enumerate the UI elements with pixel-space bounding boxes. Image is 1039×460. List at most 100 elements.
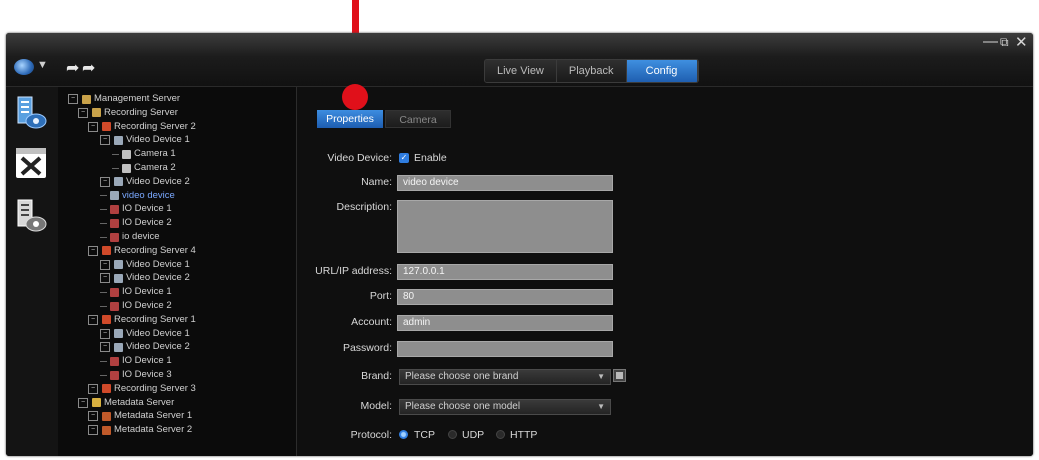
minimize-icon[interactable]: — [983, 33, 998, 50]
tree-item[interactable]: IO Device 1 [100, 286, 172, 298]
tree-branch-line [100, 305, 107, 307]
expand-toggle-icon[interactable]: − [88, 314, 98, 325]
url-input[interactable]: 127.0.0.1 [397, 264, 613, 280]
tree-item-label: IO Device 1 [122, 355, 172, 367]
tree-item[interactable]: − Recording Server 4 [88, 245, 196, 257]
tab-live-view[interactable]: Live View [485, 60, 557, 82]
brand-browse-button[interactable] [613, 369, 626, 382]
tree-item[interactable]: − Metadata Server [78, 397, 174, 409]
tree-item[interactable]: IO Device 3 [100, 369, 172, 381]
tree-item-label: Video Device 1 [126, 134, 190, 146]
expand-toggle-icon[interactable]: − [88, 425, 98, 436]
tree-item[interactable]: video device [100, 190, 175, 202]
tab-properties[interactable]: Properties [317, 110, 383, 128]
video-device-icon [114, 260, 123, 270]
protocol-udp-radio[interactable] [448, 430, 457, 439]
tree-item-label: Video Device 1 [126, 327, 190, 339]
io-device-icon [110, 287, 119, 297]
password-label: Password: [342, 342, 392, 354]
name-input[interactable]: video device [397, 175, 613, 191]
device-monitor-icon[interactable] [14, 95, 48, 131]
close-icon[interactable]: ✕ [1015, 33, 1028, 51]
tree-item[interactable]: − Video Device 2 [100, 341, 190, 353]
expand-toggle-icon[interactable]: − [88, 121, 98, 132]
recording-server-icon [102, 246, 111, 256]
expand-toggle-icon[interactable]: − [100, 328, 110, 339]
name-label: Name: [361, 176, 392, 188]
tab-playback[interactable]: Playback [556, 60, 627, 82]
port-input[interactable]: 80 [397, 289, 613, 305]
tree-item[interactable]: − Recording Server 3 [88, 383, 196, 395]
tree-item[interactable]: IO Device 2 [100, 217, 172, 229]
expand-toggle-icon[interactable]: − [100, 342, 110, 353]
tab-camera[interactable]: Camera [385, 110, 451, 128]
tree-branch-line [100, 374, 107, 376]
tree-item[interactable]: − Video Device 2 [100, 272, 190, 284]
model-label: Model: [360, 400, 392, 412]
description-label: Description: [336, 201, 392, 213]
tree-item[interactable]: − Recording Server 1 [88, 314, 196, 326]
model-select[interactable]: Please choose one model ▼ [399, 399, 611, 415]
expand-toggle-icon[interactable]: − [78, 107, 88, 118]
tree-item[interactable]: − Metadata Server 1 [88, 410, 192, 422]
globe-logo-icon[interactable] [14, 59, 34, 75]
expand-toggle-icon[interactable]: − [68, 94, 78, 104]
video-device-icon [114, 135, 123, 145]
enable-checkbox[interactable]: ✓ [399, 153, 409, 163]
tree-item-label: io device [122, 231, 160, 242]
tree-item[interactable]: − Recording Server [78, 107, 178, 119]
chevron-down-icon[interactable]: ▼ [37, 59, 48, 71]
video-device-icon [114, 273, 123, 283]
forward-arrow-icon[interactable]: ➦ [66, 58, 79, 78]
expand-toggle-icon[interactable]: − [88, 411, 98, 422]
tree-item[interactable]: IO Device 1 [100, 203, 172, 215]
tree-item[interactable]: − Video Device 1 [100, 328, 190, 340]
tree-item[interactable]: − Video Device 1 [100, 134, 190, 146]
brand-select[interactable]: Please choose one brand ▼ [399, 369, 611, 385]
brand-select-value: Please choose one brand [405, 371, 519, 382]
camera-icon [122, 163, 131, 173]
tree-item[interactable]: Camera 1 [112, 148, 176, 160]
expand-toggle-icon[interactable]: − [100, 273, 110, 284]
left-toolbar [6, 87, 59, 456]
expand-toggle-icon[interactable]: − [88, 383, 98, 394]
tree-item[interactable]: IO Device 2 [100, 300, 172, 312]
video-device-icon [114, 177, 123, 187]
video-device-icon [114, 329, 123, 339]
tree-branch-line [112, 153, 119, 155]
description-textarea[interactable] [397, 200, 613, 253]
tree-item-label: IO Device 1 [122, 203, 172, 215]
tree-item-label: Recording Server 4 [114, 244, 196, 256]
expand-toggle-icon[interactable]: − [88, 245, 98, 256]
tree-item[interactable]: − Management Server [68, 93, 180, 105]
tree-item-label: video device [122, 189, 175, 201]
tree-item-label: Recording Server 1 [114, 313, 196, 325]
restore-icon[interactable]: ⧉ [1000, 35, 1009, 50]
tab-config[interactable]: Config [626, 60, 698, 82]
expand-toggle-icon[interactable]: − [100, 176, 110, 187]
expand-toggle-icon[interactable]: − [100, 259, 110, 270]
server-monitor-icon[interactable] [14, 198, 48, 234]
expand-toggle-icon[interactable]: − [78, 397, 88, 408]
tree-item[interactable]: − Video Device 1 [100, 259, 190, 271]
tree-item[interactable]: Camera 2 [112, 162, 176, 174]
protocol-http-radio[interactable] [496, 430, 505, 439]
tree-item[interactable]: io device [100, 231, 160, 243]
protocol-tcp-radio[interactable] [399, 430, 408, 439]
tools-icon[interactable] [14, 146, 48, 182]
tree-item[interactable]: − Metadata Server 2 [88, 424, 192, 436]
server-icon [82, 94, 91, 104]
expand-toggle-icon[interactable]: − [100, 135, 110, 146]
tree-item[interactable]: IO Device 1 [100, 355, 172, 367]
tree-branch-line [100, 360, 107, 362]
io-device-icon [110, 204, 119, 214]
server-icon [92, 108, 101, 118]
tree-item-label: Video Device 2 [126, 272, 190, 284]
password-input[interactable] [397, 341, 613, 357]
account-input[interactable]: admin [397, 315, 613, 331]
tree-item[interactable]: − Recording Server 2 [88, 121, 196, 133]
forward-arrow-icon-2[interactable]: ➦ [82, 58, 95, 78]
metadata-icon [102, 411, 111, 421]
tree-item-label: IO Device 2 [122, 300, 172, 311]
tree-item[interactable]: − Video Device 2 [100, 176, 190, 188]
